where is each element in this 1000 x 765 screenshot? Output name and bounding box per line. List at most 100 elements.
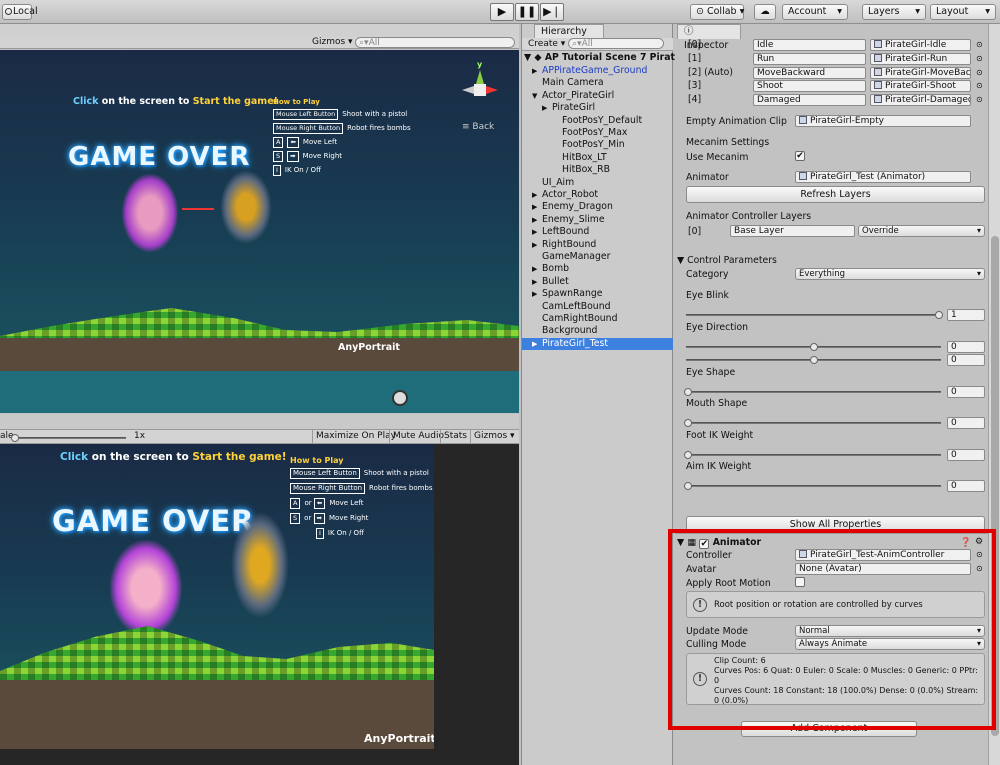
object-picker-icon[interactable]: ⊙ (976, 54, 983, 63)
hierarchy-item[interactable]: ▶ APPirateGame_Ground (522, 65, 673, 77)
hierarchy-item[interactable]: FootPosY_Min (522, 139, 673, 151)
hierarchy-item[interactable]: ▶ Enemy_Dragon (522, 201, 673, 213)
tab-hierarchy[interactable]: Hierarchy (534, 24, 604, 39)
layers-button[interactable]: Layers ▾ (862, 4, 926, 20)
clip-name-field[interactable]: Shoot (753, 80, 866, 93)
collab-button[interactable]: ⊙ Collab ▾ (690, 4, 744, 20)
param-slider[interactable] (686, 311, 943, 319)
triangle-right-icon[interactable]: ▶ (532, 239, 542, 251)
object-picker-icon[interactable]: ⊙ (976, 68, 983, 77)
scene-root[interactable]: ▼ ◆ AP Tutorial Scene 7 Pirat (522, 52, 675, 64)
clip-name-field[interactable]: Idle (753, 39, 866, 51)
param-value-field[interactable]: 0 (947, 341, 985, 353)
hierarchy-item[interactable]: ▶ Actor_Robot (522, 189, 673, 201)
hierarchy-item[interactable]: Main Camera (522, 77, 673, 89)
param-slider[interactable] (684, 388, 941, 396)
clip-asset-field[interactable]: PirateGirl-MoveBack (870, 66, 971, 79)
scene-orientation-gizmo[interactable]: y (462, 60, 498, 120)
object-picker-icon[interactable]: ⊙ (976, 81, 983, 90)
hierarchy-item[interactable]: GameManager (522, 251, 673, 263)
play-button[interactable]: ▶ (490, 3, 514, 21)
triangle-right-icon[interactable]: ▶ (532, 338, 542, 350)
triangle-right-icon[interactable]: ▶ (532, 189, 542, 201)
param-slider-knob[interactable] (809, 343, 818, 351)
scale-slider-knob[interactable] (11, 434, 19, 442)
hierarchy-item[interactable]: ▶ PirateGirl_Test (522, 337, 673, 351)
triangle-right-icon[interactable]: ▶ (532, 288, 542, 300)
hierarchy-item[interactable]: ▶ PirateGirl (522, 102, 673, 114)
stats-toggle[interactable]: Stats (440, 430, 470, 443)
triangle-right-icon[interactable]: ▶ (532, 201, 542, 213)
pause-button[interactable]: ❚❚ (515, 3, 539, 21)
hierarchy-search-input[interactable]: ⌕▾All (568, 38, 664, 49)
param-slider-knob[interactable] (684, 451, 692, 459)
clip-name-field[interactable]: MoveBackward (753, 66, 866, 79)
param-slider[interactable] (684, 419, 941, 427)
empty-clip-field[interactable]: PirateGirl-Empty (795, 115, 971, 127)
clip-asset-field[interactable]: PirateGirl-Shoot (870, 80, 971, 93)
param-value-field[interactable]: 0 (947, 417, 985, 429)
layer-name-field[interactable]: Base Layer (730, 225, 855, 237)
triangle-down-icon[interactable]: ▼ (532, 90, 542, 102)
layer-blend-dropdown[interactable]: Override (858, 225, 985, 237)
account-button[interactable]: Account ▾ (782, 4, 848, 20)
scene-view[interactable]: Click on the screen to Start the game! G… (0, 50, 519, 413)
pivot-local-button[interactable]: Local (2, 4, 38, 20)
triangle-right-icon[interactable]: ▶ (532, 276, 542, 288)
hierarchy-item[interactable]: CamLeftBound (522, 301, 673, 313)
param-value-field[interactable]: 1 (947, 309, 985, 321)
clip-asset-field[interactable]: PirateGirl-Idle (870, 39, 971, 51)
param-slider[interactable] (684, 451, 941, 459)
maximize-on-play-toggle[interactable]: Maximize On Play (312, 430, 399, 443)
hierarchy-item[interactable]: ▶ LeftBound (522, 226, 673, 238)
hierarchy-item[interactable]: ▼ Actor_PirateGirl (522, 90, 673, 102)
mute-audio-toggle[interactable]: Mute Audio (389, 430, 447, 443)
hierarchy-item[interactable]: ▶ Enemy_Slime (522, 214, 673, 226)
cloud-button[interactable]: ☁ (754, 4, 776, 20)
hierarchy-item[interactable]: HitBox_RB (522, 164, 673, 176)
param-value-field[interactable]: 0 (947, 354, 985, 366)
hierarchy-item[interactable]: ▶ RightBound (522, 239, 673, 251)
param-slider[interactable] (684, 482, 941, 490)
step-button[interactable]: ▶❘ (540, 3, 564, 21)
hierarchy-item[interactable]: Background (522, 325, 673, 337)
param-slider[interactable] (686, 356, 941, 364)
triangle-right-icon[interactable]: ▶ (532, 263, 542, 275)
triangle-right-icon[interactable]: ▶ (532, 226, 542, 238)
triangle-right-icon[interactable]: ▶ (532, 214, 542, 226)
layout-button[interactable]: Layout ▾ (930, 4, 996, 20)
param-slider-knob[interactable] (684, 419, 692, 427)
hierarchy-item[interactable]: ▶ Bullet (522, 276, 673, 288)
create-button[interactable]: Create ▾ (528, 39, 565, 49)
param-slider-knob[interactable] (809, 356, 818, 364)
param-value-field[interactable]: 0 (947, 386, 985, 398)
tab-inspector[interactable]: ⓘ Inspector (677, 24, 741, 51)
scene-search-input[interactable]: ⌕▾All (355, 37, 515, 48)
hierarchy-item[interactable]: CamRightBound (522, 313, 673, 325)
game-view[interactable]: Click on the screen to Start the game! G… (0, 444, 434, 749)
param-value-field[interactable]: 0 (947, 480, 985, 492)
hierarchy-item[interactable]: HitBox_LT (522, 152, 673, 164)
scene-gizmos-button[interactable]: Gizmos ▾ (312, 37, 353, 47)
clip-name-field[interactable]: Run (753, 52, 866, 65)
game-gizmos-button[interactable]: Gizmos ▾ (470, 430, 518, 443)
clip-name-field[interactable]: Damaged (753, 94, 866, 107)
hierarchy-item[interactable]: FootPosY_Max (522, 127, 673, 139)
hierarchy-item[interactable]: ▶ SpawnRange (522, 288, 673, 300)
param-slider-knob[interactable] (684, 482, 692, 490)
param-value-field[interactable]: 0 (947, 449, 985, 461)
animator-field[interactable]: PirateGirl_Test (Animator) (795, 171, 971, 183)
scale-slider[interactable] (11, 434, 126, 442)
category-dropdown[interactable]: Everything (795, 268, 985, 280)
use-mecanim-checkbox[interactable]: ✔ (795, 151, 805, 161)
triangle-right-icon[interactable]: ▶ (542, 102, 552, 114)
triangle-right-icon[interactable]: ▶ (532, 65, 542, 77)
hierarchy-item[interactable]: UI_Aim (522, 177, 673, 189)
hierarchy-item[interactable]: ▶ Bomb (522, 263, 673, 275)
refresh-layers-button[interactable]: Refresh Layers (686, 186, 985, 203)
hierarchy-item[interactable]: FootPosY_Default (522, 115, 673, 127)
clip-asset-field[interactable]: PirateGirl-Run (870, 52, 971, 65)
param-slider-knob[interactable] (684, 388, 692, 396)
param-slider-knob[interactable] (935, 311, 943, 319)
object-picker-icon[interactable]: ⊙ (976, 40, 983, 49)
